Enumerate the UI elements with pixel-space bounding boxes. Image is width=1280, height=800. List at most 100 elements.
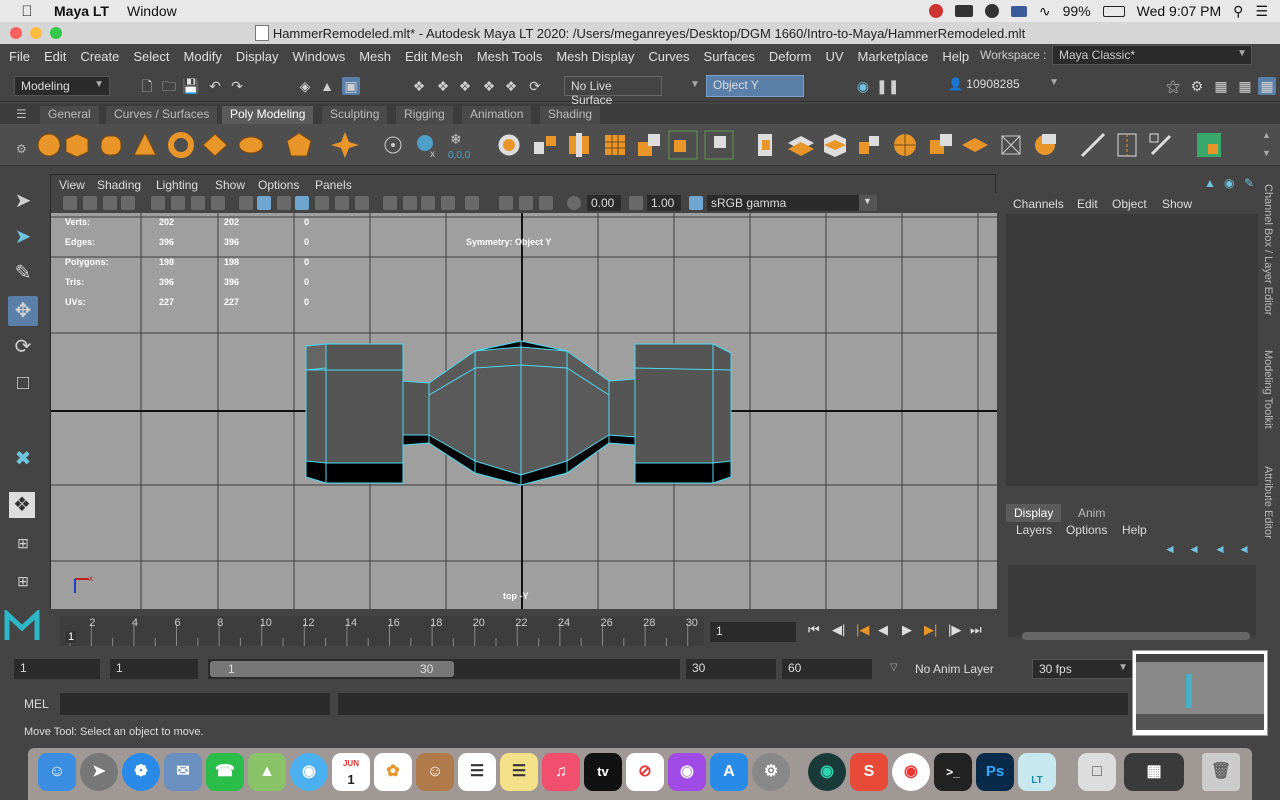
tool-settings-icon[interactable]: ✎ xyxy=(1244,176,1254,190)
layer-list[interactable] xyxy=(1008,565,1256,637)
menu-deform[interactable]: Deform xyxy=(769,49,812,64)
preview-icon[interactable]: □ xyxy=(1078,753,1116,791)
launchpad-icon[interactable]: ➤ xyxy=(80,753,118,791)
panel-menu-options[interactable]: Options xyxy=(258,178,299,192)
xray-icon[interactable] xyxy=(499,196,513,210)
chevron-down-icon[interactable]: ▼ xyxy=(690,79,700,90)
channel-box-list[interactable] xyxy=(1006,214,1258,486)
shelf-scroll-up-icon[interactable]: ▲ xyxy=(1262,130,1271,140)
photoshop-icon[interactable]: Ps xyxy=(976,753,1014,791)
step-forward-key-icon[interactable]: ▶| xyxy=(924,622,937,638)
battery-icon[interactable] xyxy=(1102,5,1125,17)
reminders-icon[interactable]: ☰ xyxy=(458,753,496,791)
gamma-field[interactable]: 1.00 xyxy=(647,195,681,211)
scale-tool-icon[interactable]: □ xyxy=(8,368,38,398)
gitkraken-icon[interactable]: ◉ xyxy=(808,753,846,791)
exposure-icon[interactable] xyxy=(567,196,581,210)
current-frame-marker[interactable]: 1 xyxy=(66,631,77,643)
antialiasing-icon[interactable] xyxy=(421,196,435,210)
menu-uv[interactable]: UV xyxy=(825,49,843,64)
split-layout-icon[interactable]: ⊞ xyxy=(8,566,38,596)
last-tool-icon[interactable]: ✖ xyxy=(8,444,38,474)
combine-icon[interactable] xyxy=(494,130,524,160)
hammer-mesh[interactable] xyxy=(51,213,997,609)
open-scene-icon[interactable]: 🗀 xyxy=(160,77,178,95)
mode-select[interactable]: Modeling ▼ xyxy=(14,76,110,96)
symmetry-select[interactable]: Object Y xyxy=(706,75,804,97)
poly-disc-icon[interactable] xyxy=(236,130,266,160)
outliner-icon[interactable]: ▦ xyxy=(1212,77,1230,95)
select-component-icon[interactable]: ▣ xyxy=(342,77,360,95)
extrude-grid-icon[interactable] xyxy=(600,130,630,160)
separate-icon[interactable] xyxy=(530,130,560,160)
channel-box-icon[interactable]: ▲ xyxy=(1204,176,1216,190)
step-back-key-icon[interactable]: |◀ xyxy=(856,622,869,638)
menu-select[interactable]: Select xyxy=(133,49,169,64)
snap-surface-icon[interactable]: ❖ xyxy=(502,77,520,95)
poly-cone-icon[interactable] xyxy=(130,130,160,160)
system-preferences-icon[interactable]: ⚙ xyxy=(752,753,790,791)
paint-select-icon[interactable]: ✎ xyxy=(8,258,38,288)
xray-components-icon[interactable] xyxy=(539,196,553,210)
anim-layer-label[interactable]: No Anim Layer xyxy=(915,662,994,676)
spotlight-icon[interactable]: ⚲ xyxy=(1233,3,1243,20)
side-tab-channel-box[interactable]: Channel Box / Layer Editor xyxy=(1262,184,1274,315)
layer-menu-help[interactable]: Help xyxy=(1122,523,1147,537)
new-layer-icon[interactable]: ◄ xyxy=(1214,542,1226,556)
channel-menu-object[interactable]: Object xyxy=(1112,197,1147,211)
camera-select-icon[interactable] xyxy=(63,196,77,210)
range-slider[interactable]: 1 30 xyxy=(208,659,680,679)
colorspace-select[interactable]: sRGB gamma xyxy=(707,195,877,211)
shelf-tab-shading[interactable]: Shading xyxy=(540,106,601,124)
layer-tab-anim[interactable]: Anim xyxy=(1070,504,1113,522)
four-view-layout-icon[interactable]: ⊞ xyxy=(8,528,38,558)
reset-transform-icon[interactable]: ❄ 0,0,0 xyxy=(448,130,478,160)
clock[interactable]: Wed 9:07 PM xyxy=(1137,3,1222,19)
podcasts-icon[interactable]: ◉ xyxy=(668,753,706,791)
rotate-tool-icon[interactable]: ⟳ xyxy=(8,332,38,362)
toolkit-icon[interactable]: ▦ xyxy=(1236,77,1254,95)
gate-mask-icon[interactable] xyxy=(211,196,225,210)
playback-end-field[interactable]: 30 xyxy=(686,659,776,679)
poly-plane-icon[interactable] xyxy=(200,130,230,160)
extract-icon[interactable] xyxy=(704,130,734,160)
mail-app-icon[interactable]: ✉ xyxy=(164,753,202,791)
camera-attributes-icon[interactable] xyxy=(83,196,97,210)
select-hierarchy-icon[interactable]: ◈ xyxy=(296,77,314,95)
panel-menu-panels[interactable]: Panels xyxy=(315,178,352,192)
xray-joints-icon[interactable] xyxy=(519,196,533,210)
soft-selection-icon[interactable] xyxy=(1030,130,1060,160)
menu-help[interactable]: Help xyxy=(942,49,969,64)
live-surface-field[interactable]: No Live Surface xyxy=(564,76,662,107)
go-to-end-icon[interactable]: ⏭ xyxy=(970,622,982,638)
move-layer-down-icon[interactable]: ◄ xyxy=(1188,542,1200,556)
shelf-tab-rigging[interactable]: Rigging xyxy=(396,106,453,124)
downloads-stack-icon[interactable]: ▦ xyxy=(1124,753,1184,791)
shelf-scroll-down-icon[interactable]: ▼ xyxy=(1262,148,1271,158)
menu-curves[interactable]: Curves xyxy=(648,49,689,64)
range-slider-handle[interactable] xyxy=(210,661,454,677)
new-layer-selected-icon[interactable]: ◄ xyxy=(1238,542,1250,556)
shelf-tab-sculpting[interactable]: Sculpting xyxy=(322,106,388,124)
facetime-icon[interactable]: ☎ xyxy=(206,753,244,791)
safari-icon[interactable]: ❁ xyxy=(122,753,160,791)
settings-icon[interactable]: ⚙ xyxy=(1188,77,1206,95)
channel-menu-channels[interactable]: Channels xyxy=(1013,197,1064,211)
menu-windows[interactable]: Windows xyxy=(292,49,345,64)
chevron-down-icon[interactable]: ▽ xyxy=(890,662,898,673)
single-perspective-layout-icon[interactable]: ❖ xyxy=(9,492,35,518)
poly-sphere-icon[interactable] xyxy=(34,130,64,160)
step-forward-frame-icon[interactable]: |▶ xyxy=(948,622,961,638)
menu-file[interactable]: File xyxy=(9,49,30,64)
color-management-icon[interactable] xyxy=(689,196,703,210)
shelf-tab-poly-modeling[interactable]: Poly Modeling xyxy=(222,106,314,124)
calendar-icon[interactable]: JUN 1 xyxy=(332,753,370,791)
shelf-tab-curves-surfaces[interactable]: Curves / Surfaces xyxy=(106,106,218,124)
trash-icon[interactable]: 🗑 xyxy=(1202,753,1240,791)
input-flag-icon[interactable] xyxy=(1010,5,1027,17)
channel-menu-show[interactable]: Show xyxy=(1162,197,1192,211)
append-icon[interactable] xyxy=(750,130,780,160)
circularize-icon[interactable] xyxy=(890,130,920,160)
account-select[interactable]: 👤 10908285 ▼ xyxy=(942,75,1064,97)
menu-mesh-display[interactable]: Mesh Display xyxy=(556,49,634,64)
